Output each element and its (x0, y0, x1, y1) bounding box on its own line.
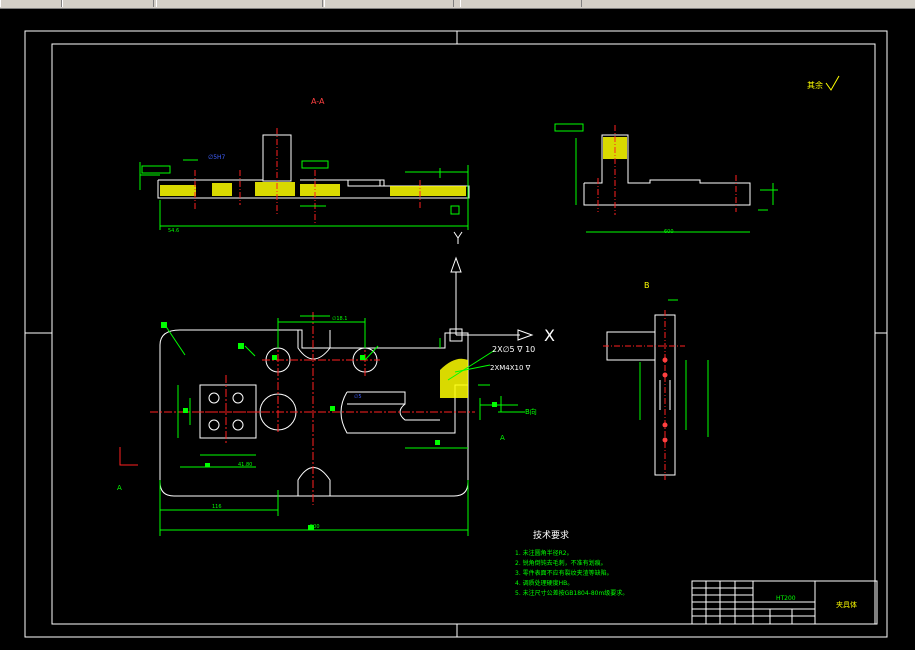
tech-item: 5. 未注尺寸公差按GB1804-80m级要求。 (515, 589, 628, 597)
cad-drawing-canvas[interactable]: A-A ∅5H7 54.6 600 其余 ∅5 116 500 41.80 ∅1… (0, 8, 915, 650)
ucs-axis-icon (449, 231, 534, 342)
thread-callout-2: 2XM4X10 ∇ (490, 364, 531, 372)
surface-finish-other-label: 其余 (807, 80, 823, 90)
title-block-part-name: 夹具体 (836, 600, 857, 609)
tech-item: 2. 锐角倒钝去毛刺，不准有划痕。 (515, 559, 607, 567)
section-arrow-a (119, 447, 138, 466)
dim-text: 54.6 (168, 228, 179, 234)
section-aa-view: ∅5H7 54.6 (139, 128, 470, 234)
view-a-left-label: A (117, 484, 122, 492)
blue-note: ∅5H7 (208, 154, 226, 161)
tech-item: 4. 调质处理硬度HB。 (515, 579, 573, 587)
tech-title: 技术要求 (533, 529, 569, 541)
b-direction-label: B向 (525, 407, 537, 416)
overall-length-dim: 500 (310, 524, 320, 530)
dim-text: 600 (664, 229, 674, 235)
side-view-top: 600 (554, 123, 778, 235)
thread-callout-1: 2X∅5 ∇ 10 (492, 345, 535, 354)
x-axis-label: X (544, 326, 555, 345)
view-b-label: B (644, 281, 650, 290)
view-a-bottom-label: A (500, 434, 505, 442)
technical-requirements: 技术要求 1. 未注圆角半径R2。 2. 锐角倒钝去毛刺，不准有划痕。 3. 零… (515, 529, 628, 597)
roughness-symbol-icon (825, 75, 840, 91)
toolbar-segment[interactable] (156, 0, 323, 7)
toolbar-segment[interactable] (324, 0, 454, 7)
section-aa-label: A-A (311, 97, 325, 106)
dim-116: 116 (212, 504, 222, 510)
toolbar-segment[interactable] (62, 0, 154, 7)
toolbar-segment[interactable] (460, 0, 582, 7)
view-b (603, 299, 709, 480)
tech-item: 1. 未注圆角半径R2。 (515, 549, 573, 557)
top-dim: ∅18.1 (332, 316, 348, 322)
b-direction-arrow-icon (498, 396, 525, 413)
tech-item: 3. 零件表面不应有裂纹夹渣等缺陷。 (515, 569, 613, 577)
title-block-material: HT200 (776, 595, 796, 602)
dim-41: 41.80 (238, 462, 252, 468)
toolbar-segment[interactable] (0, 0, 62, 7)
main-plan-view: ∅5 116 500 41.80 ∅18.1 (150, 312, 518, 536)
blue-note: ∅5 (354, 394, 362, 400)
